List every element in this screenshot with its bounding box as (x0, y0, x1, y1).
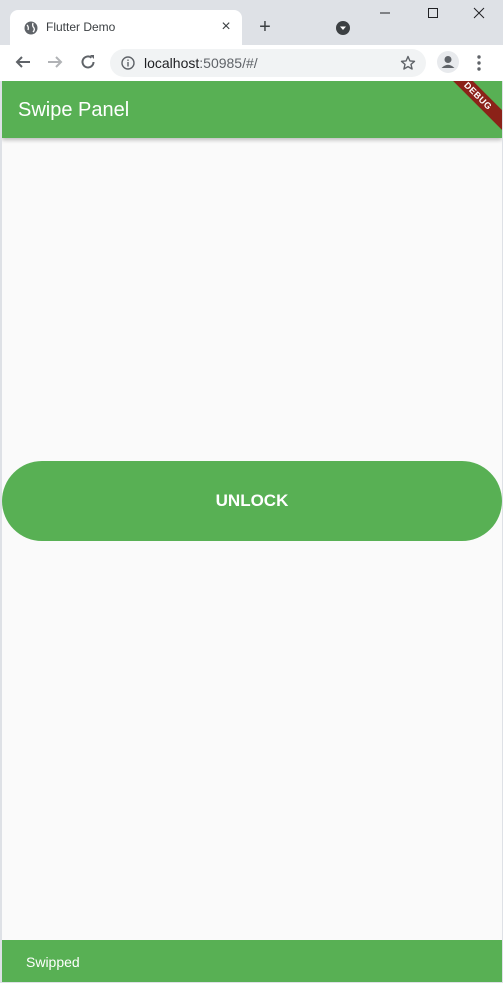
tab-title: Flutter Demo (46, 20, 116, 34)
maximize-icon[interactable] (425, 6, 441, 22)
reload-icon (81, 55, 95, 69)
snackbar: Swipped (2, 940, 502, 982)
back-button[interactable] (13, 53, 33, 73)
page-title: Swipe Panel (18, 99, 130, 121)
browser-titlebar: Flutter Demo × + (0, 0, 503, 45)
forward-button[interactable] (45, 53, 65, 73)
star-icon[interactable] (400, 55, 416, 71)
dropdown-circle-icon[interactable] (335, 20, 351, 36)
app-bar: Swipe Panel (2, 81, 502, 138)
url-text[interactable]: localhost:50985/#/ (144, 55, 258, 71)
account-icon[interactable] (437, 51, 459, 73)
plus-icon[interactable]: + (255, 17, 275, 37)
globe-icon (24, 21, 38, 35)
browser-tab[interactable]: Flutter Demo × (10, 10, 242, 45)
info-icon[interactable] (121, 56, 135, 70)
swipe-panel-label: UNLOCK (215, 491, 289, 510)
reload-button[interactable] (78, 53, 98, 73)
arrow-right-icon (48, 56, 63, 68)
kebab-menu-icon[interactable] (474, 54, 484, 72)
close-window-icon[interactable] (471, 6, 487, 22)
snackbar-message: Swipped (26, 954, 80, 970)
arrow-left-icon (15, 56, 30, 68)
browser-toolbar: localhost:50985/#/ (0, 45, 503, 81)
unlock-swipe-panel[interactable]: UNLOCK (2, 461, 502, 541)
address-bar[interactable]: localhost:50985/#/ (110, 49, 426, 77)
app-viewport: Swipe Panel DEBUG UNLOCK Swipped (2, 81, 502, 982)
close-icon[interactable]: × (218, 19, 234, 35)
minimize-icon[interactable] (377, 6, 393, 22)
